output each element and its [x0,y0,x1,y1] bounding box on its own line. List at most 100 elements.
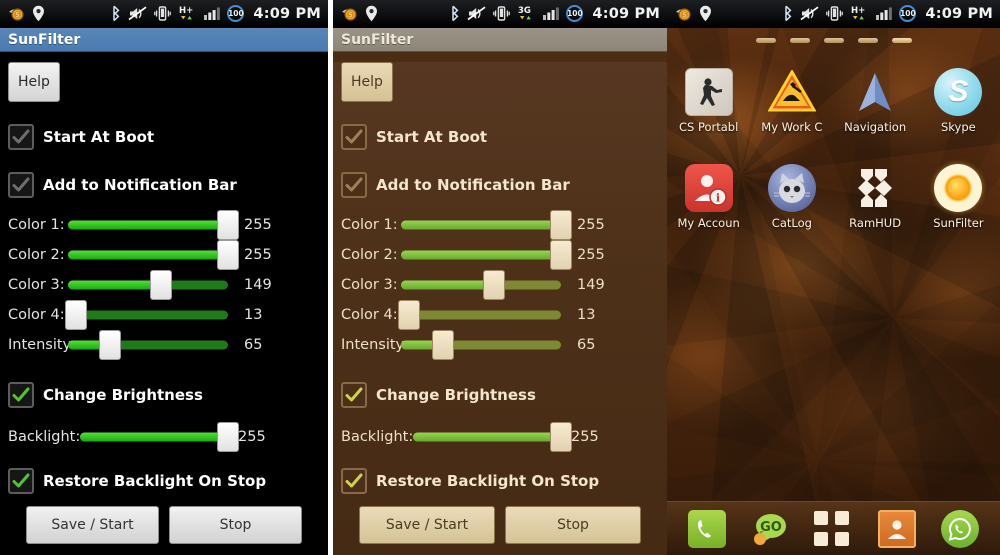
slider-row-intensity[interactable]: Intensity: 65 [341,330,659,360]
checkbox-row-change-brightness[interactable]: Change Brightness [8,382,320,408]
slider-thumb-color-3[interactable] [482,270,505,300]
slider-row-color-2[interactable]: Color 2: 255 [341,240,659,270]
checkbox-row-restore-backlight[interactable]: Restore Backlight On Stop [8,468,320,494]
slider-track-color-4[interactable] [398,300,561,330]
ramhud-icon [851,164,899,212]
checkbox-restore-backlight-on-stop[interactable] [341,468,367,494]
slider-track-bg-color-3 [401,280,561,290]
checkbox-restore-backlight-on-stop[interactable] [8,468,34,494]
dock-app-drawer-icon[interactable] [814,510,852,548]
checkbox-add-to-notification-bar[interactable] [341,172,367,198]
slider-track-color-3[interactable] [68,270,228,300]
checkbox-row-restore-backlight[interactable]: Restore Backlight On Stop [341,468,659,494]
vibrate-icon [154,6,172,21]
checkbox-change-brightness[interactable] [341,382,367,408]
slider-thumb-intensity[interactable] [98,330,121,360]
home-screen: CS Portabl My Work C Navigation S Skype … [667,28,1000,555]
slider-thumb-color-4[interactable] [398,300,420,330]
slider-row-color-4[interactable]: Color 4: 13 [341,300,659,330]
slider-thumb-color-2[interactable] [550,240,572,270]
slider-track-bg-color-3 [68,280,228,290]
dock-phone-icon[interactable] [687,509,726,548]
slider-row-color-2[interactable]: Color 2: 255 [8,240,320,270]
page-dot[interactable] [755,38,776,43]
checkbox-row-add-to-notification-bar[interactable]: Add to Notification Bar [341,172,659,198]
app-ramhud[interactable]: RamHUD [834,158,917,230]
checkbox-add-to-notification-bar[interactable] [8,172,34,198]
app-navigation[interactable]: Navigation [834,62,917,134]
slider-thumb-backlight[interactable] [217,422,239,452]
slider-thumb-color-1[interactable] [217,210,239,240]
save-start-button[interactable]: Save / Start [26,506,159,544]
slider-track-intensity[interactable] [68,330,228,360]
slider-row-color-1[interactable]: Color 1: 255 [341,210,659,240]
slider-thumb-color-3[interactable] [149,270,172,300]
settings-body: Help Start At Boot Add to Notification B… [333,62,667,555]
checkbox-change-brightness[interactable] [8,382,34,408]
checkbox-label-restore-backlight-on-stop: Restore Backlight On Stop [376,472,600,490]
app-my-work-clock[interactable]: My Work C [750,62,833,134]
coin-badge-icon: 5 [9,7,24,21]
checkbox-row-start-at-boot[interactable]: Start At Boot [8,124,320,150]
slider-row-color-3[interactable]: Color 3: 149 [341,270,659,300]
page-dot-active[interactable] [891,38,912,43]
app-grid: CS Portabl My Work C Navigation S Skype … [667,62,1000,230]
page-dot[interactable] [857,38,878,43]
slider-thumb-color-2[interactable] [217,240,239,270]
slider-thumb-color-1[interactable] [550,210,572,240]
status-bar-right-icons: 3G 100 4:09 PM [450,5,660,22]
slider-track-color-1[interactable] [68,210,239,240]
slider-row-color-3[interactable]: Color 3: 149 [8,270,320,300]
app-sunfilter[interactable]: SunFilter [917,158,1000,230]
slider-track-color-2[interactable] [68,240,239,270]
app-my-account[interactable]: i My Accoun [667,158,750,230]
slider-track-color-2[interactable] [401,240,572,270]
stop-button[interactable]: Stop [505,506,641,544]
checkbox-row-start-at-boot[interactable]: Start At Boot [341,124,659,150]
dock-go-sms-icon[interactable]: GO [751,510,789,548]
network-3g-icon: 3G [518,6,531,20]
slider-value-color-4: 13 [577,307,596,323]
slider-thumb-color-4[interactable] [65,300,87,330]
status-bar: 5 [0,0,328,28]
app-title-bar: SunFilter [0,28,328,52]
dock-whatsapp-icon[interactable] [941,509,980,548]
help-button[interactable]: Help [8,62,60,102]
slider-label-backlight: Backlight: [8,429,81,445]
vibrate-icon [826,6,844,21]
app-skype[interactable]: S Skype [917,62,1000,134]
slider-row-backlight[interactable]: Backlight: 255 [341,422,659,452]
status-bar-left-icons: 5 [674,5,712,22]
slider-track-color-1[interactable] [401,210,572,240]
save-start-button[interactable]: Save / Start [359,506,495,544]
slider-row-color-1[interactable]: Color 1: 255 [8,210,320,240]
slider-track-backlight[interactable] [80,422,239,452]
app-cs-portable[interactable]: CS Portabl [667,62,750,134]
checkbox-start-at-boot[interactable] [341,124,367,150]
bluetooth-icon [452,5,459,22]
slider-track-intensity[interactable] [401,330,561,360]
help-button[interactable]: Help [341,62,393,102]
battery-indicator: 100 [899,5,917,22]
app-catlog[interactable]: CatLog [750,158,833,230]
page-dot[interactable] [789,38,810,43]
app-row-2: i My Accoun CatLog RamHUD SunFilter [667,158,1000,230]
slider-track-backlight[interactable] [413,422,572,452]
slider-thumb-backlight[interactable] [550,422,572,452]
checkbox-label-add-to-notification-bar: Add to Notification Bar [43,176,237,194]
page-dot[interactable] [823,38,844,43]
checkbox-start-at-boot[interactable] [8,124,34,150]
stop-button[interactable]: Stop [169,506,302,544]
slider-track-color-4[interactable] [65,300,228,330]
checkbox-row-change-brightness[interactable]: Change Brightness [341,382,659,408]
slider-value-backlight: 255 [238,429,266,445]
signal-bars-icon [876,7,893,20]
svg-text:5: 5 [16,12,20,19]
slider-row-backlight[interactable]: Backlight: 255 [8,422,320,452]
dock-contacts-icon[interactable] [877,509,916,548]
slider-row-intensity[interactable]: Intensity: 65 [8,330,320,360]
slider-track-color-3[interactable] [401,270,561,300]
checkbox-row-add-to-notification-bar[interactable]: Add to Notification Bar [8,172,320,198]
slider-thumb-intensity[interactable] [431,330,454,360]
slider-row-color-4[interactable]: Color 4: 13 [8,300,320,330]
